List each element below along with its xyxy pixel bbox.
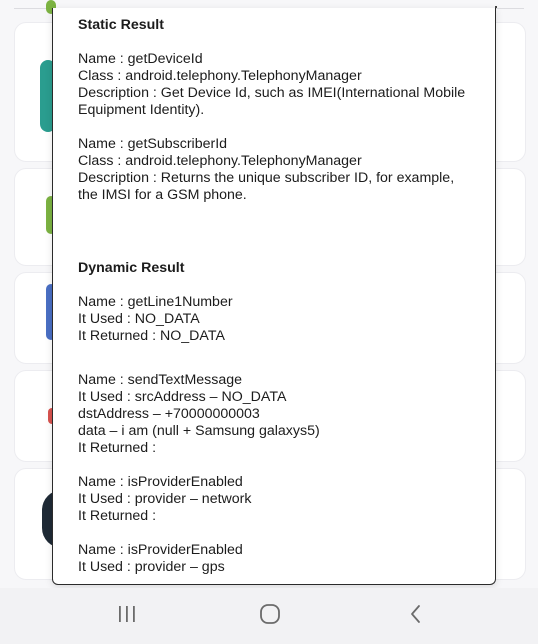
dynamic-result-entry: Name : getLine1Number It Used : NO_DATA …	[78, 294, 473, 345]
home-icon	[258, 602, 282, 631]
recents-icon	[116, 604, 138, 629]
dialog-content[interactable]: Static Result Name : getDeviceId Class :…	[53, 8, 495, 584]
dynamic-result-entry: Name : isProviderEnabled It Used : provi…	[78, 474, 473, 525]
entry-line: It Returned :	[78, 508, 157, 524]
entry-line: Name : isProviderEnabled	[78, 474, 243, 490]
entry-line: It Used : srcAddress – NO_DATA	[78, 389, 287, 405]
dynamic-result-title: Dynamic Result	[78, 260, 185, 276]
entry-line: dstAddress – +70000000003	[78, 406, 260, 422]
entry-line: It Returned :	[78, 440, 157, 456]
entry-name: Name : getDeviceId	[78, 51, 203, 67]
entry-line: Name : sendTextMessage	[78, 372, 243, 388]
entry-line: Name : getLine1Number	[78, 294, 233, 310]
dynamic-result-entry: Name : isProviderEnabled It Used : provi…	[78, 542, 473, 576]
entry-description: Description : Returns the unique subscri…	[78, 170, 459, 203]
entry-name: Name : getSubscriberId	[78, 136, 228, 152]
static-result-title: Static Result	[78, 17, 164, 33]
home-button[interactable]	[240, 588, 300, 644]
recents-button[interactable]	[97, 588, 157, 644]
entry-line: It Used : provider – network	[78, 491, 252, 507]
entry-class: Class : android.telephony.TelephonyManag…	[78, 153, 362, 169]
entry-line: data – i am (null + Samsung galaxys5)	[78, 423, 320, 439]
navigation-bar	[0, 588, 538, 644]
entry-line: It Used : NO_DATA	[78, 311, 200, 327]
entry-description: Description : Get Device Id, such as IME…	[78, 85, 470, 118]
back-icon	[407, 603, 425, 630]
entry-line: It Returned : NO_DATA	[78, 328, 225, 344]
static-result-entry: Name : getDeviceId Class : android.telep…	[78, 51, 473, 119]
entry-line: Name : isProviderEnabled	[78, 542, 243, 558]
entry-line: It Used : provider – gps	[78, 559, 225, 575]
result-dialog: Static Result Name : getDeviceId Class :…	[52, 8, 496, 585]
entry-class: Class : android.telephony.TelephonyManag…	[78, 68, 362, 84]
entry-spacer	[78, 362, 473, 372]
static-result-entry: Name : getSubscriberId Class : android.t…	[78, 136, 473, 204]
back-button[interactable]	[386, 588, 446, 644]
dynamic-result-entry: Name : sendTextMessage It Used : srcAddr…	[78, 372, 473, 457]
